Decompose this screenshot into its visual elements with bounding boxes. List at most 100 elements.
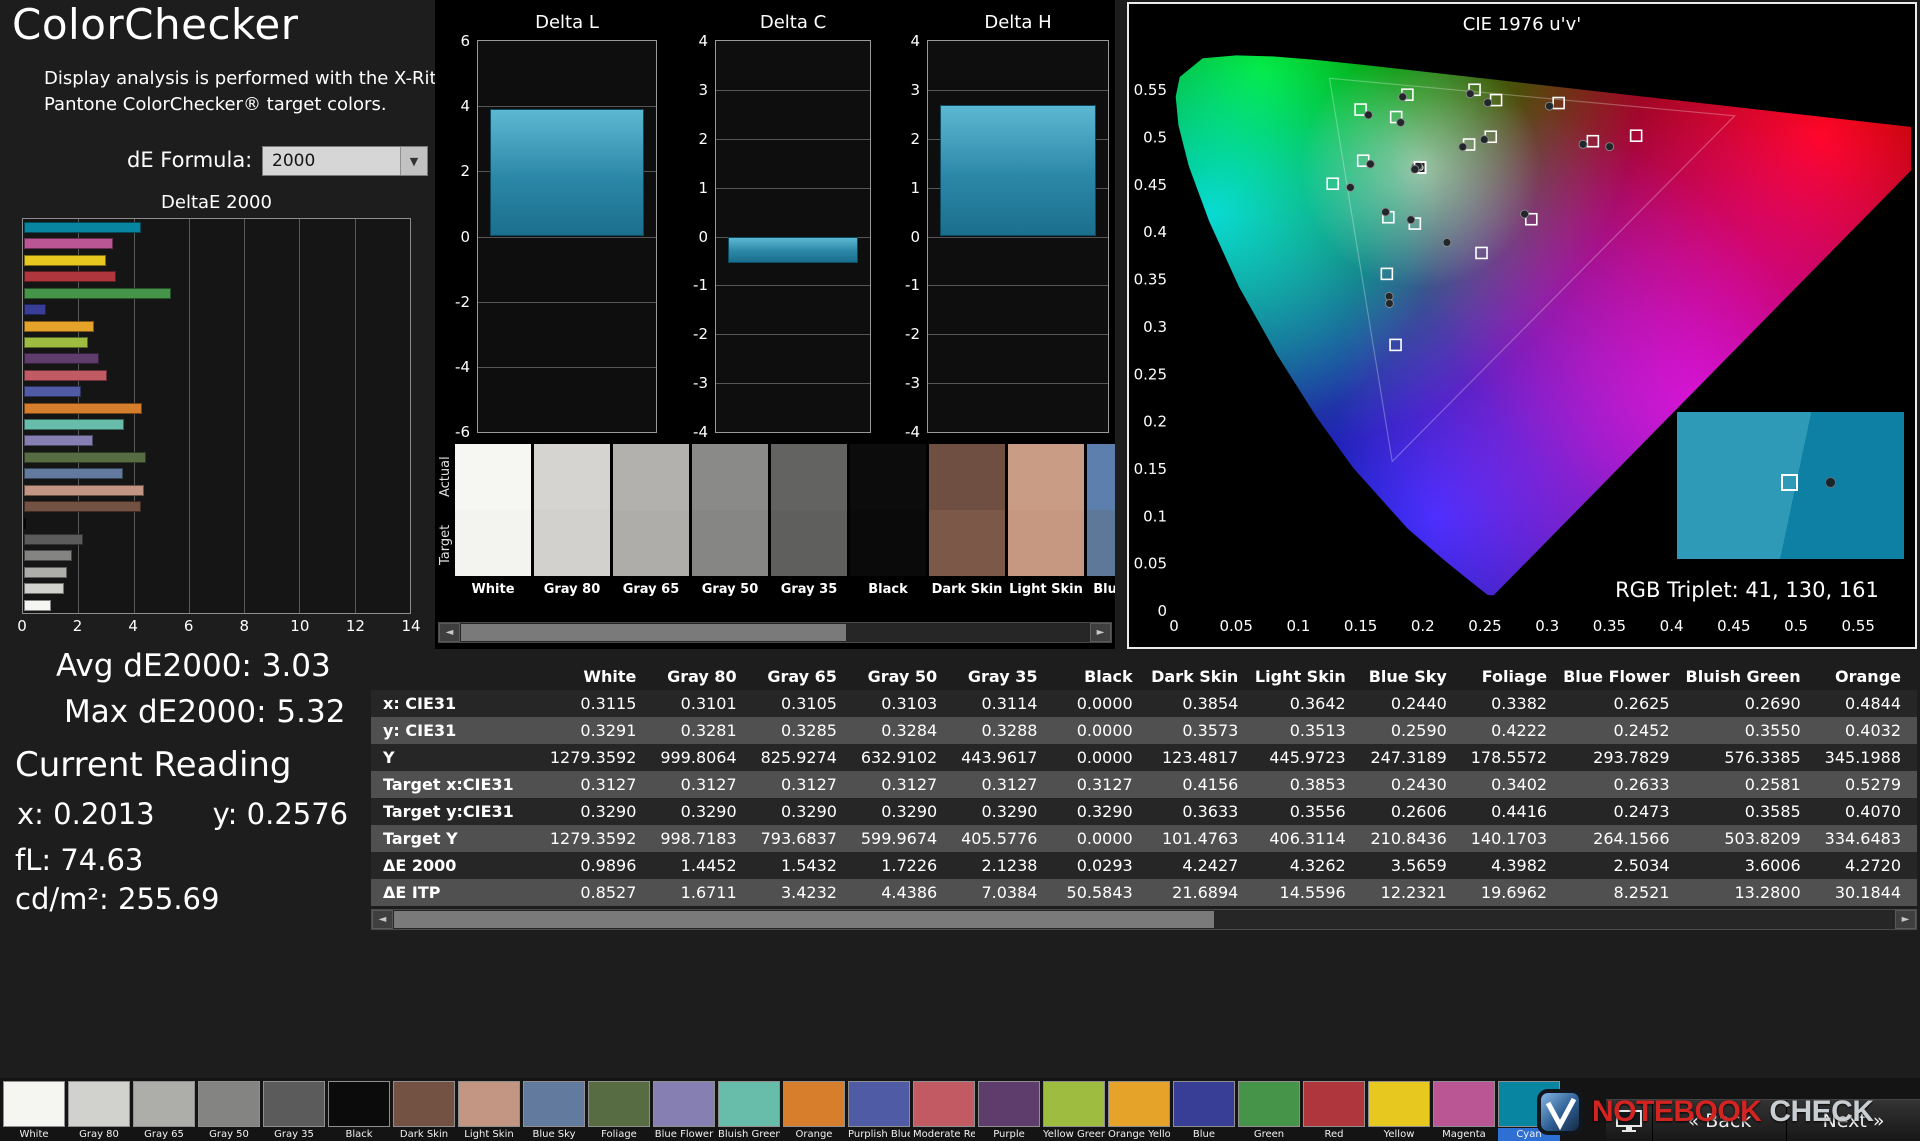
cie-title: CIE 1976 u'v' (1462, 14, 1582, 35)
table-cell: 3.4232 (780, 883, 837, 902)
measured-marker-yellow-green (1398, 92, 1408, 102)
swatch-dark-skin[interactable]: Dark Skin (393, 1081, 455, 1141)
table-cell: 345.1988 (1824, 748, 1901, 767)
swatch-label: Purplish Blue (848, 1129, 910, 1140)
gridline (928, 285, 1108, 287)
de-bar-yellow-green (24, 336, 88, 348)
de-bar-magenta (24, 238, 113, 250)
table-cell: 0.8527 (580, 883, 637, 902)
target-color (929, 510, 1005, 576)
swatch-gray-50[interactable]: Gray 50 (198, 1081, 260, 1141)
de-bar-gray-35 (24, 533, 83, 545)
swatch-label: Yellow (1383, 1129, 1415, 1140)
scroll-left-icon[interactable] (372, 910, 393, 929)
table-cell: 0.3382 (1491, 694, 1548, 713)
subtitle: Display analysis is performed with the X… (44, 66, 454, 118)
delta-bar (940, 105, 1096, 237)
swatch-orange[interactable]: Orange (783, 1081, 845, 1141)
table-cell: 0.3290 (981, 802, 1038, 821)
swatch-red[interactable]: Red (1303, 1081, 1365, 1141)
swatch-yellow[interactable]: Yellow (1368, 1081, 1430, 1141)
swatch-gray-35[interactable]: Gray 35 (263, 1081, 325, 1141)
table-cell: 0.3290 (580, 802, 637, 821)
axis-tick-label: 4 (460, 97, 470, 116)
swatch-bluish-green[interactable]: Bluish Green (718, 1081, 780, 1141)
column-header-white: White (547, 663, 653, 690)
patch-strip: Actual Target White Gray 80 Gray 65 Gray 50… (435, 444, 1115, 620)
scroll-right-icon[interactable] (1090, 623, 1111, 642)
scroll-left-icon[interactable] (439, 623, 460, 642)
notebookcheck-logo: NOTEBOOK CHECK (1536, 1086, 1874, 1138)
table-row: ΔE 2000 0.9896 1.4452 1.5432 1.7226 2.1238 0.0… (371, 852, 1917, 879)
table-cell: 0.3556 (1289, 802, 1346, 821)
table-cell: 0.0000 (1076, 721, 1133, 740)
swatch-light-skin[interactable]: Light Skin (458, 1081, 520, 1141)
swatch-moderate-red[interactable]: Moderate Red (913, 1081, 975, 1141)
table-scrollbar[interactable] (371, 909, 1917, 930)
scrollbar-thumb[interactable] (461, 624, 846, 641)
swatch-label: Blue (1192, 1129, 1216, 1140)
de-bar-orange-yellow (24, 320, 95, 332)
swatch-color (1173, 1081, 1235, 1127)
table-cell: 0.0000 (1076, 829, 1133, 848)
swatch-blue-flower[interactable]: Blue Flower (653, 1081, 715, 1141)
table-cell: 1.6711 (680, 883, 737, 902)
table-cell: 0.9896 (580, 856, 637, 875)
table-cell: 0.3284 (881, 721, 938, 740)
de2000-plot (22, 218, 411, 614)
table-cell: 4.4386 (881, 883, 938, 902)
swatch-foliage[interactable]: Foliage (588, 1081, 650, 1141)
row-label: Target x:CIE31 (383, 775, 514, 794)
swatch-label: Blue Sky (532, 1129, 576, 1140)
swatch-orange-yellow[interactable]: Orange Yellow (1108, 1081, 1170, 1141)
strip-patch-gray-80: Gray 80 (534, 444, 610, 620)
axis-tick-label: 6 (460, 32, 470, 50)
de-bar-bluish-green (24, 419, 124, 431)
table-cell: 293.7829 (1593, 748, 1670, 767)
de-formula-label: dE Formula: (127, 148, 253, 172)
table-cell: 0.4156 (1182, 775, 1239, 794)
table-cell: 7.0384 (981, 883, 1038, 902)
swatch-label: Foliage (601, 1129, 637, 1140)
axis-tick-label: 0.15 (1134, 460, 1167, 478)
table-cell: 4.2720 (1845, 856, 1901, 875)
table-cell: 1.4452 (680, 856, 737, 875)
de-formula-dropdown[interactable]: 2000 (262, 146, 428, 176)
de-bar-blue-sky (24, 468, 123, 480)
scrollbar-thumb[interactable] (394, 911, 1214, 928)
table-cell: 0.3127 (1076, 775, 1133, 794)
measured-marker-blue-flower (1406, 215, 1416, 225)
swatch-gray-80[interactable]: Gray 80 (68, 1081, 130, 1141)
target-marker-icon (1781, 474, 1798, 491)
swatch-magenta[interactable]: Magenta (1433, 1081, 1495, 1141)
scroll-right-icon[interactable] (1895, 910, 1916, 929)
table-cell: 0.3291 (580, 721, 637, 740)
swatch-white[interactable]: White (3, 1081, 65, 1141)
table-cell: 599.9674 (860, 829, 938, 848)
axis-tick-label: -3 (905, 374, 920, 393)
swatch-black[interactable]: Black (328, 1081, 390, 1141)
swatch-blue-sky[interactable]: Blue Sky (523, 1081, 585, 1141)
strip-patch-gray-65: Gray 65 (613, 444, 689, 620)
measured-marker-purple (1442, 237, 1452, 247)
actual-color (455, 444, 531, 510)
axis-tick-label: 0.2 (1411, 617, 1435, 635)
axis-tick-label: -4 (455, 357, 470, 376)
table-cell: 0.5279 (1845, 775, 1901, 794)
axis-tick-label: -2 (905, 325, 920, 344)
swatch-purplish-blue[interactable]: Purplish Blue (848, 1081, 910, 1141)
chart-title: Delta C (759, 12, 827, 33)
table-cell: 0.3285 (780, 721, 837, 740)
table-cell: 0.3127 (580, 775, 637, 794)
swatch-yellow-green[interactable]: Yellow Green (1043, 1081, 1105, 1141)
swatch-label: Magenta (1442, 1129, 1486, 1140)
gridline (716, 334, 870, 336)
patch-strip-scrollbar[interactable] (438, 622, 1112, 643)
de-bar-gray-65 (24, 566, 67, 578)
chevron-down-icon[interactable] (400, 147, 427, 175)
swatch-green[interactable]: Green (1238, 1081, 1300, 1141)
table-cell: 334.6483 (1824, 829, 1901, 848)
swatch-blue[interactable]: Blue (1173, 1081, 1235, 1141)
swatch-gray-65[interactable]: Gray 65 (133, 1081, 195, 1141)
swatch-purple[interactable]: Purple (978, 1081, 1040, 1141)
